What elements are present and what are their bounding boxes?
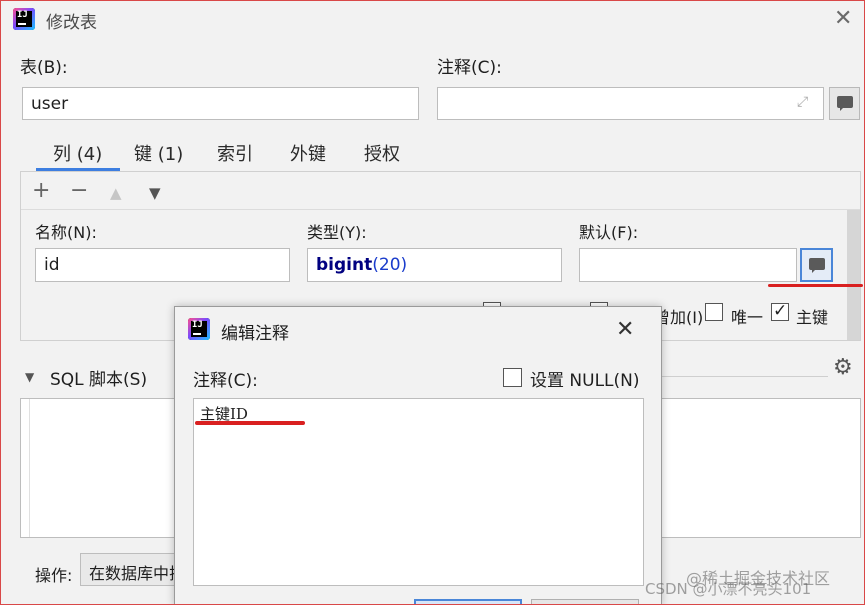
set-null-checkbox[interactable] [503, 368, 522, 387]
annotation-underline [768, 284, 863, 287]
comment-input[interactable]: ⤢ [437, 87, 824, 120]
move-up-icon[interactable]: ▲ [110, 182, 122, 204]
table-label: 表(B): [20, 58, 68, 78]
tab-foreign-keys[interactable]: 外键 [290, 140, 326, 166]
dialog-title: 编辑注释 [221, 324, 289, 344]
close-icon[interactable]: ✕ [834, 8, 852, 30]
edit-comment-button[interactable] [829, 87, 860, 120]
window-title: 修改表 [46, 13, 97, 33]
watermark-csdn: CSDN @小漂不亮头101 [645, 580, 812, 598]
set-null-label: 设置 NULL(N) [530, 371, 640, 391]
move-down-icon[interactable]: ▼ [149, 182, 161, 204]
dialog-close-icon[interactable]: ✕ [616, 319, 634, 341]
tab-keys[interactable]: 键 (1) [134, 140, 183, 166]
gear-icon[interactable]: ⚙ [833, 355, 853, 380]
column-default-input[interactable] [579, 248, 797, 282]
column-name-input[interactable]: id [35, 248, 290, 282]
title-bar: IJ 修改表 ✕ [0, 0, 865, 38]
tab-grants[interactable]: 授权 [364, 140, 400, 166]
add-icon[interactable]: + [32, 180, 50, 202]
operation-select[interactable]: 在数据库中拉 [80, 553, 180, 586]
comment-bubble-icon [837, 96, 853, 111]
expand-icon[interactable]: ⤢ [797, 94, 808, 110]
intellij-icon: IJ [188, 318, 210, 340]
scrollbar[interactable] [847, 210, 860, 340]
annotation-underline [195, 421, 305, 425]
column-name-label: 名称(N): [35, 223, 97, 242]
primary-key-checkbox[interactable] [771, 301, 789, 321]
collapse-toggle-icon[interactable]: ▼ [25, 370, 34, 384]
column-type-label: 类型(Y): [307, 223, 367, 242]
sql-script-label[interactable]: SQL 脚本(S) [50, 365, 147, 390]
tab-indexes[interactable]: 索引 [217, 140, 253, 166]
unique-label: 唯一 [731, 308, 764, 327]
edit-comment-dialog: IJ 编辑注释 ✕ 注释(C): 设置 NULL(N) 主键ID [174, 306, 662, 605]
comment-bubble-icon [809, 258, 825, 273]
operation-label: 操作: [35, 566, 73, 585]
column-type-input[interactable]: bigint(20) [307, 248, 562, 282]
tab-columns[interactable]: 列 (4) [53, 140, 102, 166]
comment-label: 注释(C): [437, 58, 502, 78]
section-divider [660, 376, 828, 377]
intellij-icon: IJ [13, 8, 35, 30]
comment-textarea[interactable]: 主键ID [193, 398, 644, 586]
unique-checkbox[interactable] [705, 303, 723, 321]
table-name-input[interactable]: user [22, 87, 419, 120]
column-default-label: 默认(F): [579, 223, 639, 242]
cancel-button[interactable] [531, 599, 639, 605]
toolbar-divider [21, 209, 860, 210]
ok-button[interactable] [414, 599, 522, 605]
dialog-comment-label: 注释(C): [193, 371, 258, 391]
column-comment-button[interactable] [800, 248, 833, 282]
remove-icon[interactable]: − [70, 180, 88, 202]
primary-key-label: 主键 [796, 308, 829, 327]
table-name-value: user [31, 94, 69, 114]
